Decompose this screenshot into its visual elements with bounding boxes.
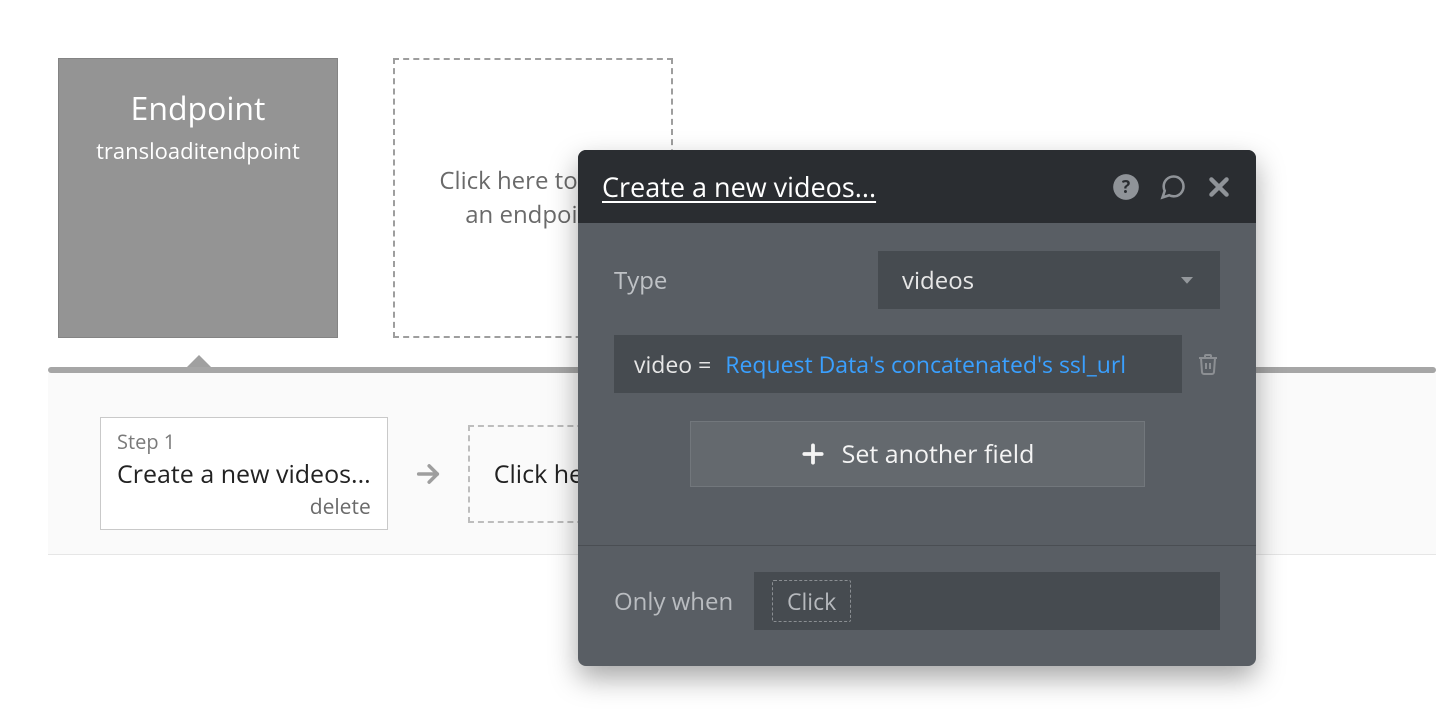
- field-reference: Request Data's concatenated's ssl_url: [725, 348, 1126, 380]
- trash-icon[interactable]: [1196, 351, 1220, 377]
- arrow-right-icon: [414, 460, 442, 488]
- step-delete-link[interactable]: delete: [310, 493, 371, 521]
- action-editor-modal: Create a new videos... ? Type videos vid…: [578, 150, 1256, 666]
- equals-sign: =: [698, 348, 711, 380]
- step-number: Step 1: [117, 428, 371, 455]
- svg-text:?: ?: [1122, 174, 1130, 198]
- type-label: Type: [614, 264, 878, 297]
- step-box[interactable]: Step 1 Create a new videos... delete: [100, 417, 388, 530]
- only-when-label: Only when: [614, 585, 754, 618]
- step-title: Create a new videos...: [117, 457, 371, 491]
- field-assignment-input[interactable]: video = Request Data's concatenated's ss…: [614, 335, 1182, 393]
- type-select[interactable]: videos: [878, 251, 1220, 309]
- only-when-placeholder: Click: [772, 580, 851, 622]
- only-when-input[interactable]: Click: [754, 572, 1220, 630]
- endpoint-name: transloaditendpoint: [96, 136, 300, 166]
- set-another-field-label: Set another field: [842, 437, 1035, 471]
- comment-icon[interactable]: [1158, 173, 1188, 201]
- chevron-down-icon: [1178, 271, 1196, 289]
- modal-title[interactable]: Create a new videos...: [602, 168, 1094, 205]
- modal-header: Create a new videos... ?: [578, 150, 1256, 223]
- type-value: videos: [902, 264, 974, 297]
- close-icon[interactable]: [1206, 174, 1232, 200]
- endpoint-card[interactable]: Endpoint transloaditendpoint: [58, 58, 338, 338]
- endpoint-title: Endpoint: [131, 87, 266, 130]
- help-icon[interactable]: ?: [1112, 173, 1140, 201]
- field-name: video: [634, 348, 692, 380]
- plus-icon: [800, 441, 826, 467]
- set-another-field-button[interactable]: Set another field: [690, 421, 1145, 487]
